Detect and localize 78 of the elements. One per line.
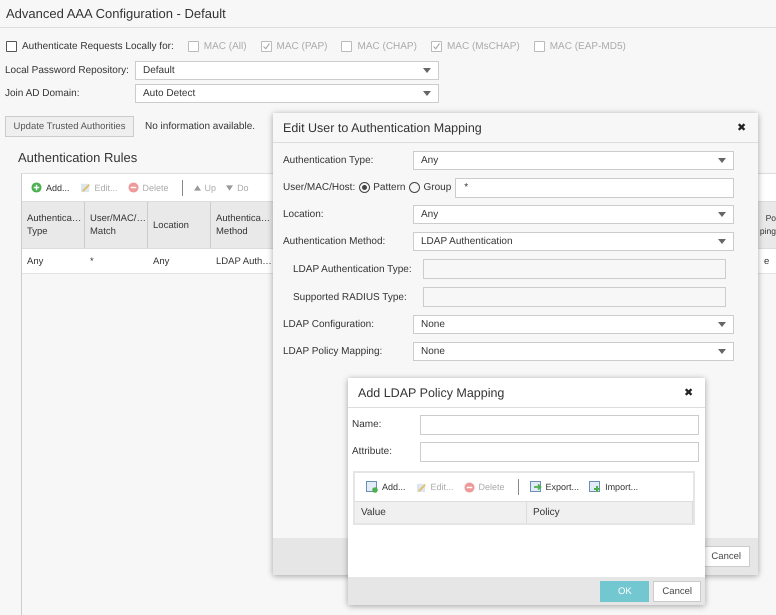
column-header[interactable]: Location bbox=[148, 202, 211, 248]
dialog-title: Add LDAP Policy Mapping bbox=[358, 386, 504, 400]
pencil-icon bbox=[416, 482, 427, 492]
minus-circle-icon bbox=[464, 482, 475, 492]
dropdown[interactable]: None bbox=[413, 342, 734, 361]
status-text: No information available. bbox=[145, 121, 256, 132]
field-label: Name: bbox=[352, 419, 382, 430]
table-plus-icon bbox=[366, 481, 378, 493]
input-field[interactable] bbox=[423, 259, 726, 279]
field-label: Location: bbox=[283, 209, 325, 220]
section-title: Authentication Rules bbox=[18, 150, 138, 165]
field-label: Authentication Method: bbox=[283, 236, 386, 247]
field-label: LDAP Authentication Type: bbox=[292, 264, 413, 274]
dropdown[interactable]: Auto Detect bbox=[135, 84, 439, 103]
caret-icon bbox=[718, 239, 726, 244]
field-label: Supported RADIUS Type: bbox=[292, 292, 408, 302]
add-button[interactable]: Add... bbox=[28, 180, 73, 195]
caret-icon bbox=[718, 212, 726, 217]
column-header[interactable]: Po ping bbox=[760, 202, 776, 248]
down-triangle-icon bbox=[226, 184, 234, 190]
field-label: Join AD Domain: bbox=[4, 88, 80, 99]
column-header[interactable]: User/MAC/… Match bbox=[85, 202, 148, 248]
table-cell-text: Any bbox=[152, 256, 170, 266]
checkbox-label: MAC (All) bbox=[204, 40, 247, 52]
table-arrow-icon bbox=[530, 481, 542, 493]
minus-circle-icon bbox=[128, 182, 139, 193]
table-cell-text: LDAP Auth… bbox=[215, 256, 271, 266]
radio-button[interactable] bbox=[409, 182, 420, 193]
cancel-button[interactable]: Cancel bbox=[653, 580, 701, 602]
field-label: LDAP Configuration: bbox=[283, 319, 375, 330]
dropdown[interactable]: LDAP Authentication bbox=[413, 232, 734, 251]
table-cell-text: * bbox=[89, 256, 95, 266]
table-cell-text: e bbox=[763, 256, 770, 266]
table-cell-text: Any bbox=[26, 256, 44, 266]
close-button[interactable]: ✖ bbox=[682, 386, 695, 399]
checkbox-label: MAC (EAP-MD5) bbox=[550, 40, 626, 52]
pencil-icon bbox=[80, 182, 91, 193]
dropdown[interactable]: Any bbox=[413, 205, 734, 224]
caret-icon bbox=[718, 349, 726, 354]
add-button[interactable]: Add... bbox=[363, 479, 409, 495]
column-header[interactable]: Authentica… Type bbox=[22, 202, 85, 248]
import-button[interactable]: Import... bbox=[586, 479, 642, 495]
up-triangle-icon bbox=[194, 184, 201, 190]
checkbox-label: MAC (PAP) bbox=[276, 40, 328, 52]
column-header[interactable]: Authentica… Method bbox=[211, 202, 271, 248]
dropdown[interactable]: None bbox=[413, 315, 734, 334]
radio-label: Group bbox=[423, 182, 452, 193]
dropdown[interactable]: Default bbox=[135, 61, 439, 80]
input-field[interactable] bbox=[423, 287, 726, 307]
caret-icon bbox=[423, 68, 431, 73]
plus-circle-icon bbox=[31, 182, 42, 193]
radio-button[interactable] bbox=[359, 182, 370, 193]
checkbox[interactable] bbox=[6, 40, 17, 52]
radio-label: Pattern bbox=[373, 182, 406, 193]
dialog-title: Edit User to Authentication Mapping bbox=[283, 120, 482, 134]
export-button[interactable]: Export... bbox=[526, 479, 582, 495]
close-button[interactable]: ✖ bbox=[735, 121, 748, 134]
field-label: Local Password Repository: bbox=[4, 65, 130, 76]
page-title: Advanced AAA Configuration - Default bbox=[0, 0, 776, 28]
dropdown[interactable]: Any bbox=[413, 151, 734, 170]
column-header[interactable]: Value bbox=[355, 502, 527, 523]
caret-icon bbox=[718, 158, 726, 163]
input-field[interactable] bbox=[420, 414, 699, 434]
cancel-button[interactable]: Cancel bbox=[702, 546, 750, 567]
caret-icon bbox=[718, 322, 726, 327]
input-field[interactable] bbox=[420, 442, 699, 462]
field-label: Authentication Type: bbox=[283, 155, 374, 166]
caret-icon bbox=[423, 91, 431, 96]
update-trusted-authorities-button[interactable]: Update Trusted Authorities bbox=[5, 116, 134, 137]
checkbox-label: MAC (CHAP) bbox=[357, 40, 417, 52]
field-label: LDAP Policy Mapping: bbox=[283, 346, 384, 357]
column-header[interactable]: Policy bbox=[527, 502, 693, 523]
field-label: Attribute: bbox=[352, 446, 394, 457]
field-label: User/MAC/Host: bbox=[283, 182, 356, 193]
checkbox-label: MAC (MsCHAP) bbox=[446, 40, 520, 52]
input-field[interactable]: * bbox=[455, 178, 734, 198]
table-plus-icon bbox=[589, 481, 602, 493]
checkbox-label: Authenticate Requests Locally for: bbox=[22, 40, 174, 52]
